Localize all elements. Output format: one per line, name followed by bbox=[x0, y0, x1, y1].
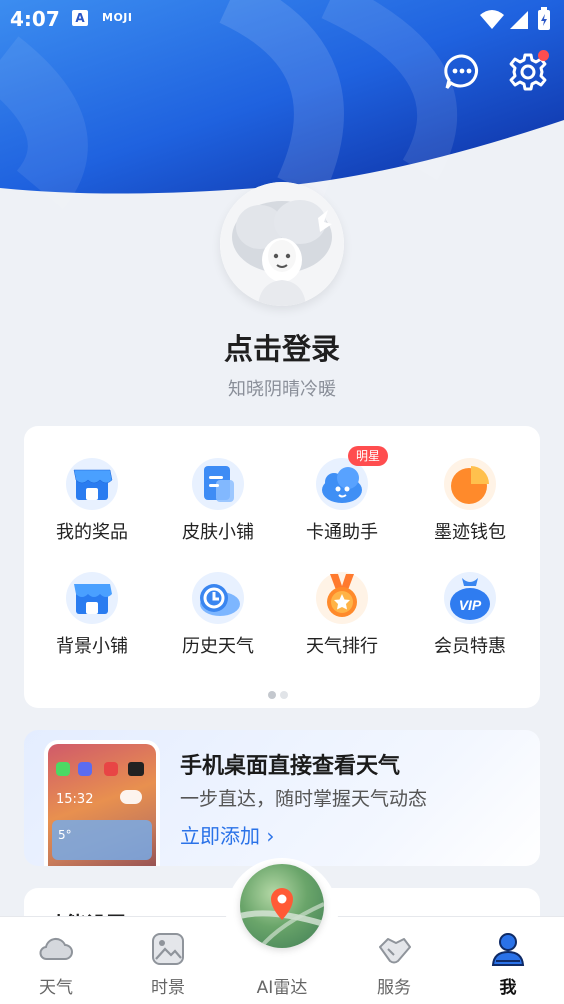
phone-clock: 15:32 bbox=[56, 792, 94, 807]
tab-label: 我 bbox=[499, 978, 517, 998]
grid-item-weather-history[interactable]: 历史天气 bbox=[158, 572, 278, 672]
grid-item-background-shop[interactable]: 背景小铺 bbox=[32, 572, 152, 672]
grid-item-label: 我的奖品 bbox=[56, 522, 128, 543]
tab-label: AI雷达 bbox=[256, 978, 308, 998]
cloud-icon bbox=[38, 931, 74, 967]
svg-text:VIP: VIP bbox=[459, 597, 482, 613]
tab-label: 天气 bbox=[39, 978, 73, 998]
promo-title: 手机桌面直接查看天气 bbox=[180, 754, 401, 779]
app-notification-icon: A bbox=[72, 10, 88, 26]
promo-cta-label: 立即添加 bbox=[180, 824, 260, 848]
avatar[interactable] bbox=[220, 182, 344, 306]
medal-icon bbox=[316, 572, 368, 624]
grid-item-vip-deals[interactable]: VIP 会员特惠 bbox=[410, 572, 530, 672]
phone-preview-image: 15:32 5° bbox=[44, 740, 160, 866]
vip-bag-icon: VIP bbox=[444, 572, 496, 624]
grid-item-label: 卡通助手 bbox=[306, 522, 378, 543]
tab-me[interactable]: 我 bbox=[458, 917, 558, 1004]
page-dot bbox=[280, 691, 288, 699]
chat-bubble-icon[interactable] bbox=[442, 52, 482, 92]
wifi-icon bbox=[480, 10, 504, 29]
chevron-right-icon: › bbox=[266, 824, 275, 848]
grid-item-label: 历史天气 bbox=[182, 636, 254, 657]
grid-item-my-prizes[interactable]: 我的奖品 bbox=[32, 458, 152, 558]
phone-temp: 5° bbox=[58, 828, 72, 842]
grid-item-wallet[interactable]: 墨迹钱包 bbox=[410, 458, 530, 558]
person-icon bbox=[490, 931, 526, 967]
grid-item-label: 皮肤小铺 bbox=[182, 522, 254, 543]
page-indicator bbox=[268, 684, 292, 703]
grid-item-label: 背景小铺 bbox=[56, 636, 128, 657]
battery-icon bbox=[538, 7, 550, 30]
promo-subtitle: 一步直达，随时掌握天气动态 bbox=[180, 788, 428, 810]
status-bar: 4:07 A MOJI bbox=[0, 0, 564, 40]
tab-scenes[interactable]: 时景 bbox=[118, 917, 218, 1004]
grid-item-label: 会员特惠 bbox=[434, 636, 506, 657]
grid-item-label: 墨迹钱包 bbox=[434, 522, 506, 543]
grid-item-label: 天气排行 bbox=[306, 636, 378, 657]
signal-icon bbox=[510, 11, 528, 29]
star-badge: 明星 bbox=[348, 446, 389, 466]
tab-label: 服务 bbox=[377, 978, 411, 998]
grid-item-skin-shop[interactable]: 皮肤小铺 bbox=[158, 458, 278, 558]
login-subtitle: 知晓阴晴冷暖 bbox=[228, 379, 336, 400]
shop-icon bbox=[66, 458, 118, 510]
tab-services[interactable]: 服务 bbox=[344, 917, 444, 1004]
status-time: 4:07 bbox=[10, 7, 60, 31]
shop-icon bbox=[66, 572, 118, 624]
page-dot-active bbox=[268, 691, 276, 699]
moji-notification-icon: MOJI bbox=[102, 11, 133, 24]
image-icon bbox=[150, 931, 186, 967]
feature-grid-card: 我的奖品 皮肤小铺 卡通助手 墨迹钱包 背景小铺 历史天气 天气排行 VIP 会… bbox=[24, 426, 540, 708]
grid-item-weather-ranking[interactable]: 天气排行 bbox=[282, 572, 402, 672]
login-title[interactable]: 点击登录 bbox=[0, 326, 564, 368]
grid-item-cartoon-assistant[interactable]: 卡通助手 bbox=[282, 458, 402, 558]
tab-label: 时景 bbox=[151, 978, 185, 998]
radar-map-icon[interactable] bbox=[240, 864, 324, 948]
tab-weather[interactable]: 天气 bbox=[6, 917, 106, 1004]
notification-dot bbox=[538, 50, 549, 61]
handshake-icon bbox=[376, 931, 412, 967]
skin-doc-icon bbox=[192, 458, 244, 510]
widget-promo-banner[interactable]: 15:32 5° 手机桌面直接查看天气 一步直达，随时掌握天气动态 立即添加 › bbox=[24, 730, 540, 866]
wallet-pie-icon bbox=[444, 458, 496, 510]
system-status-icons bbox=[478, 6, 554, 39]
history-cloud-icon bbox=[192, 572, 244, 624]
promo-add-link[interactable]: 立即添加 › bbox=[180, 820, 274, 849]
